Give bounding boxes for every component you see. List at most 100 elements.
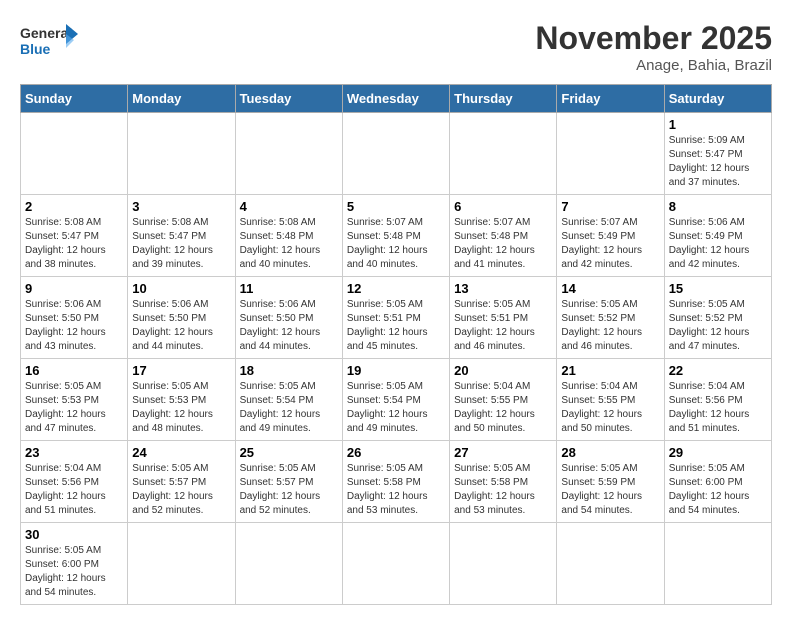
calendar-cell — [557, 113, 664, 195]
day-info: Sunrise: 5:07 AM Sunset: 5:49 PM Dayligh… — [561, 216, 659, 272]
calendar-cell: 11 Sunrise: 5:06 AM Sunset: 5:50 PM Dayli… — [235, 277, 342, 359]
page-header: General Blue November 2025 Anage, Bahia,… — [20, 20, 772, 74]
calendar-week-row: 23Sunrise: 5:04 AM Sunset: 5:56 PM Dayli… — [21, 441, 772, 523]
day-info: Sunrise: 5:06 AM Sunset: 5:50 PM Dayligh… — [25, 298, 123, 354]
calendar-cell: 13 Sunrise: 5:05 AM Sunset: 5:51 PM Dayli… — [450, 277, 557, 359]
day-number: 26 — [347, 445, 445, 460]
location: Anage, Bahia, Brazil — [535, 57, 772, 74]
calendar-cell: 21 Sunrise: 5:04 AM Sunset: 5:55 PM Dayli… — [557, 359, 664, 441]
day-info: Sunrise: 5:05 AM Sunset: 5:53 PM Dayligh… — [132, 380, 230, 436]
day-info: Sunrise: 5:05 AM Sunset: 5:52 PM Dayligh… — [561, 298, 659, 354]
calendar-cell: 14 Sunrise: 5:05 AM Sunset: 5:52 PM Dayli… — [557, 277, 664, 359]
day-number: 8 — [669, 199, 767, 214]
header-tuesday: Tuesday — [235, 85, 342, 113]
month-title: November 2025 — [535, 20, 772, 57]
day-number: 18 — [240, 363, 338, 378]
day-number: 9 — [25, 281, 123, 296]
weekday-header-row: Sunday Monday Tuesday Wednesday Thursday… — [21, 85, 772, 113]
header-saturday: Saturday — [664, 85, 771, 113]
calendar-cell: 17 Sunrise: 5:05 AM Sunset: 5:53 PM Dayli… — [128, 359, 235, 441]
calendar-cell — [128, 113, 235, 195]
calendar-cell: 12 Sunrise: 5:05 AM Sunset: 5:51 PM Dayli… — [342, 277, 449, 359]
day-info: Sunrise: 5:04 AM Sunset: 5:55 PM Dayligh… — [454, 380, 552, 436]
calendar-cell: 8 Sunrise: 5:06 AM Sunset: 5:49 PM Daylig… — [664, 195, 771, 277]
calendar-cell: 22 Sunrise: 5:04 AM Sunset: 5:56 PM Dayli… — [664, 359, 771, 441]
day-number: 29 — [669, 445, 767, 460]
calendar-cell: 4 Sunrise: 5:08 AM Sunset: 5:48 PM Daylig… — [235, 195, 342, 277]
day-number: 13 — [454, 281, 552, 296]
day-number: 10 — [132, 281, 230, 296]
day-info: Sunrise: 5:05 AM Sunset: 5:51 PM Dayligh… — [454, 298, 552, 354]
calendar-cell — [664, 523, 771, 605]
day-number: 28 — [561, 445, 659, 460]
day-number: 21 — [561, 363, 659, 378]
day-info: Sunrise: 5:07 AM Sunset: 5:48 PM Dayligh… — [454, 216, 552, 272]
day-info: Sunrise: 5:05 AM Sunset: 5:54 PM Dayligh… — [347, 380, 445, 436]
day-number: 19 — [347, 363, 445, 378]
day-number: 14 — [561, 281, 659, 296]
calendar-cell: 5Sunrise: 5:07 AM Sunset: 5:48 PM Daylig… — [342, 195, 449, 277]
day-info: Sunrise: 5:05 AM Sunset: 5:57 PM Dayligh… — [132, 462, 230, 518]
day-info: Sunrise: 5:05 AM Sunset: 5:54 PM Dayligh… — [240, 380, 338, 436]
day-info: Sunrise: 5:04 AM Sunset: 5:55 PM Dayligh… — [561, 380, 659, 436]
calendar-cell: 6Sunrise: 5:07 AM Sunset: 5:48 PM Daylig… — [450, 195, 557, 277]
calendar-cell: 18 Sunrise: 5:05 AM Sunset: 5:54 PM Dayli… — [235, 359, 342, 441]
calendar-cell — [128, 523, 235, 605]
header-thursday: Thursday — [450, 85, 557, 113]
calendar-cell: 10 Sunrise: 5:06 AM Sunset: 5:50 PM Dayli… — [128, 277, 235, 359]
calendar-week-row: 16 Sunrise: 5:05 AM Sunset: 5:53 PM Dayli… — [21, 359, 772, 441]
calendar: Sunday Monday Tuesday Wednesday Thursday… — [20, 84, 772, 605]
day-info: Sunrise: 5:05 AM Sunset: 5:59 PM Dayligh… — [561, 462, 659, 518]
logo: General Blue — [20, 20, 80, 62]
calendar-cell: 26 Sunrise: 5:05 AM Sunset: 5:58 PM Dayli… — [342, 441, 449, 523]
day-info: Sunrise: 5:05 AM Sunset: 5:58 PM Dayligh… — [347, 462, 445, 518]
calendar-cell: 25Sunrise: 5:05 AM Sunset: 5:57 PM Dayli… — [235, 441, 342, 523]
calendar-cell — [342, 523, 449, 605]
calendar-cell: 23Sunrise: 5:04 AM Sunset: 5:56 PM Dayli… — [21, 441, 128, 523]
day-number: 17 — [132, 363, 230, 378]
title-block: November 2025 Anage, Bahia, Brazil — [535, 20, 772, 74]
day-info: Sunrise: 5:05 AM Sunset: 6:00 PM Dayligh… — [669, 462, 767, 518]
day-number: 4 — [240, 199, 338, 214]
logo-icon: General Blue — [20, 20, 80, 62]
svg-text:Blue: Blue — [20, 41, 51, 57]
day-number: 1 — [669, 117, 767, 132]
header-sunday: Sunday — [21, 85, 128, 113]
day-info: Sunrise: 5:05 AM Sunset: 5:53 PM Dayligh… — [25, 380, 123, 436]
svg-text:General: General — [20, 25, 72, 41]
calendar-cell — [235, 523, 342, 605]
calendar-week-row: 30Sunrise: 5:05 AM Sunset: 6:00 PM Dayli… — [21, 523, 772, 605]
calendar-cell — [235, 113, 342, 195]
day-number: 22 — [669, 363, 767, 378]
calendar-week-row: 9 Sunrise: 5:06 AM Sunset: 5:50 PM Daylig… — [21, 277, 772, 359]
calendar-cell: 7 Sunrise: 5:07 AM Sunset: 5:49 PM Daylig… — [557, 195, 664, 277]
day-info: Sunrise: 5:08 AM Sunset: 5:47 PM Dayligh… — [132, 216, 230, 272]
day-info: Sunrise: 5:05 AM Sunset: 5:58 PM Dayligh… — [454, 462, 552, 518]
day-number: 7 — [561, 199, 659, 214]
day-info: Sunrise: 5:08 AM Sunset: 5:48 PM Dayligh… — [240, 216, 338, 272]
calendar-week-row: 2 Sunrise: 5:08 AM Sunset: 5:47 PM Daylig… — [21, 195, 772, 277]
header-monday: Monday — [128, 85, 235, 113]
day-info: Sunrise: 5:05 AM Sunset: 5:52 PM Dayligh… — [669, 298, 767, 354]
day-info: Sunrise: 5:05 AM Sunset: 5:51 PM Dayligh… — [347, 298, 445, 354]
day-number: 12 — [347, 281, 445, 296]
day-info: Sunrise: 5:06 AM Sunset: 5:49 PM Dayligh… — [669, 216, 767, 272]
day-number: 20 — [454, 363, 552, 378]
calendar-cell: 29 Sunrise: 5:05 AM Sunset: 6:00 PM Dayli… — [664, 441, 771, 523]
header-friday: Friday — [557, 85, 664, 113]
calendar-cell: 19 Sunrise: 5:05 AM Sunset: 5:54 PM Dayli… — [342, 359, 449, 441]
calendar-cell: 9 Sunrise: 5:06 AM Sunset: 5:50 PM Daylig… — [21, 277, 128, 359]
day-number: 2 — [25, 199, 123, 214]
day-number: 11 — [240, 281, 338, 296]
calendar-cell: 30Sunrise: 5:05 AM Sunset: 6:00 PM Dayli… — [21, 523, 128, 605]
calendar-cell: 16 Sunrise: 5:05 AM Sunset: 5:53 PM Dayli… — [21, 359, 128, 441]
day-number: 30 — [25, 527, 123, 542]
day-number: 16 — [25, 363, 123, 378]
header-wednesday: Wednesday — [342, 85, 449, 113]
day-info: Sunrise: 5:06 AM Sunset: 5:50 PM Dayligh… — [132, 298, 230, 354]
day-info: Sunrise: 5:09 AM Sunset: 5:47 PM Dayligh… — [669, 134, 767, 190]
day-info: Sunrise: 5:06 AM Sunset: 5:50 PM Dayligh… — [240, 298, 338, 354]
day-number: 5 — [347, 199, 445, 214]
calendar-cell: 28 Sunrise: 5:05 AM Sunset: 5:59 PM Dayli… — [557, 441, 664, 523]
day-info: Sunrise: 5:04 AM Sunset: 5:56 PM Dayligh… — [669, 380, 767, 436]
